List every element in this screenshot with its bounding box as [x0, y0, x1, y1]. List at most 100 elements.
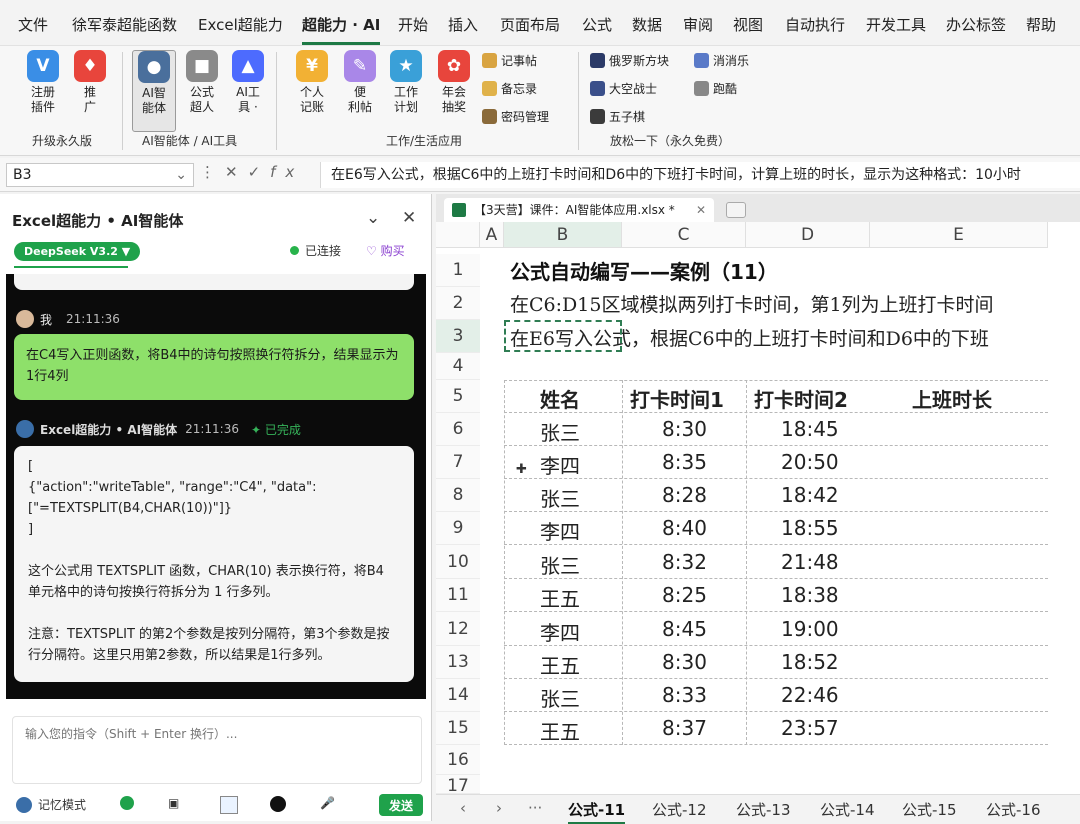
row-header[interactable]: 11 [436, 579, 480, 612]
cell-time1[interactable]: 8:33 [662, 683, 707, 707]
sheet-title[interactable]: 公式自动编写——案例（11） [510, 256, 778, 285]
menu-help[interactable]: 帮助 [1026, 14, 1056, 35]
row-header[interactable]: 8 [436, 479, 480, 512]
row-header[interactable]: 6 [436, 413, 480, 446]
row-header[interactable]: 5 [436, 380, 480, 413]
cell-time2[interactable]: 18:45 [781, 417, 839, 441]
ai-tools-button[interactable]: ▲ AI工具 · [228, 50, 268, 115]
column-header-c[interactable]: C [622, 222, 746, 248]
cell-time2[interactable]: 18:52 [781, 650, 839, 674]
microphone-icon[interactable]: 🎤 [320, 796, 335, 810]
record-icon[interactable] [270, 796, 286, 812]
parkour-button[interactable]: 跑酷 [694, 80, 737, 97]
row-header[interactable]: 15 [436, 712, 480, 745]
gomoku-button[interactable]: 五子棋 [590, 108, 645, 125]
next-sheet-icon[interactable]: › [496, 799, 502, 817]
sheet-tab-active[interactable]: 公式-11 [568, 799, 626, 824]
tetris-button[interactable]: 俄罗斯方块 [590, 52, 669, 69]
menu-review[interactable]: 审阅 [683, 14, 713, 35]
row-header[interactable]: 13 [436, 646, 480, 679]
menu-developer[interactable]: 开发工具 [866, 14, 926, 35]
menu-superpower-ai[interactable]: 超能力 · AI [302, 14, 381, 45]
row-header[interactable]: 3 [436, 320, 480, 353]
close-tab-icon[interactable]: ✕ [696, 198, 706, 222]
personal-account-button[interactable]: ¥ 个人 记账 [292, 50, 332, 115]
sheet-tab[interactable]: 公式-12 [652, 799, 707, 820]
cell-time2[interactable]: 18:38 [781, 583, 839, 607]
camera-icon[interactable]: ▣ [168, 796, 179, 810]
header-time1[interactable]: 打卡时间1 [630, 384, 724, 413]
cancel-icon[interactable]: ✕ [225, 163, 248, 181]
row-header[interactable]: 2 [436, 287, 480, 320]
name-box[interactable]: B3 ⌄ [6, 163, 194, 187]
sheet-tab[interactable]: 公式-13 [736, 799, 791, 820]
select-all-corner[interactable] [436, 222, 480, 248]
row-header[interactable]: 4 [436, 353, 480, 380]
cell-time1[interactable]: 8:30 [662, 650, 707, 674]
register-plugin-button[interactable]: V 注册 插件 [22, 50, 64, 115]
cell-time1[interactable]: 8:37 [662, 716, 707, 740]
cell-name[interactable]: 王五 [540, 583, 580, 612]
cell-time2[interactable]: 18:42 [781, 483, 839, 507]
cell-name[interactable]: 李四 [540, 516, 580, 545]
model-selector[interactable]: DeepSeek V3.2 ▼ [14, 242, 141, 261]
header-duration[interactable]: 上班时长 [912, 384, 992, 413]
memo-button[interactable]: 备忘录 [482, 80, 537, 97]
cell-time1[interactable]: 8:45 [662, 617, 707, 641]
column-header-d[interactable]: D [746, 222, 870, 248]
cell-time1[interactable]: 8:32 [662, 550, 707, 574]
menu-page-layout[interactable]: 页面布局 [500, 14, 560, 35]
cell-name[interactable]: 张三 [540, 417, 580, 446]
cell-name[interactable]: 张三 [540, 683, 580, 712]
close-icon[interactable]: ✕ [402, 208, 416, 228]
instruction-line-2[interactable]: 在C6:D15区域模拟两列打卡时间，第1列为上班打卡时间 [510, 290, 1080, 317]
row-header[interactable]: 9 [436, 512, 480, 545]
header-time2[interactable]: 打卡时间2 [754, 384, 848, 413]
instruction-input[interactable] [13, 717, 421, 751]
cell-name[interactable]: 王五 [540, 650, 580, 679]
cell-time2[interactable]: 22:46 [781, 683, 839, 707]
cell-time1[interactable]: 8:40 [662, 516, 707, 540]
menu-xu-functions[interactable]: 徐军泰超能函数 [72, 14, 177, 35]
row-header[interactable]: 16 [436, 745, 480, 775]
menu-data[interactable]: 数据 [632, 14, 662, 35]
cell-time2[interactable]: 21:48 [781, 550, 839, 574]
cell-time1[interactable]: 8:35 [662, 450, 707, 474]
cell-time2[interactable]: 19:00 [781, 617, 839, 641]
green-status-icon[interactable] [120, 796, 134, 810]
sticky-note-button[interactable]: ✎ 便利帖 [340, 50, 380, 115]
ai-agent-button[interactable]: ● AI智 能体 [132, 50, 176, 132]
column-header-e[interactable]: E [870, 222, 1048, 248]
menu-automate[interactable]: 自动执行 [785, 14, 845, 35]
row-header[interactable]: 12 [436, 612, 480, 646]
menu-office-tabs[interactable]: 办公标签 [946, 14, 1006, 35]
work-plan-button[interactable]: ★ 工作 计划 [386, 50, 426, 115]
menu-formulas[interactable]: 公式 [582, 14, 612, 35]
column-header-b[interactable]: B [504, 222, 622, 248]
header-name[interactable]: 姓名 [540, 384, 580, 413]
prev-sheet-icon[interactable]: ‹ [460, 799, 466, 817]
new-tab-button[interactable] [726, 202, 746, 218]
sheet-tab[interactable]: 公式-15 [902, 799, 957, 820]
menu-insert[interactable]: 插入 [448, 14, 478, 35]
row-header[interactable]: 7 [436, 446, 480, 479]
formula-input[interactable]: 在E6写入公式，根据C6中的上班打卡时间和D6中的下班打卡时间，计算上班的时长，… [320, 162, 1080, 188]
password-button[interactable]: 密码管理 [482, 108, 549, 125]
promote-button[interactable]: ♦ 推广 [70, 50, 110, 115]
memory-mode-toggle[interactable]: 记忆模式 [16, 796, 86, 813]
match-game-button[interactable]: 消消乐 [694, 52, 749, 69]
buy-button[interactable]: ♡ 购买 [366, 242, 405, 259]
file-tab[interactable]: 【3天营】课件：AI智能体应用.xlsx * ✕ [444, 198, 714, 222]
selected-cell-b3[interactable] [504, 320, 622, 352]
cell-time1[interactable]: 8:25 [662, 583, 707, 607]
space-fighter-button[interactable]: 大空战士 [590, 80, 657, 97]
sheet-tab[interactable]: 公式-16 [986, 799, 1041, 820]
cell-time2[interactable]: 23:57 [781, 716, 839, 740]
menu-excel-superpower[interactable]: Excel超能力 [198, 14, 283, 35]
chat-history[interactable]: 我 21:11:36 在C4写入正则函数，将B4中的诗句按照换行符拆分，结果显示… [6, 274, 426, 699]
lottery-button[interactable]: ✿ 年会 抽奖 [434, 50, 474, 115]
more-sheets-icon[interactable]: ··· [528, 799, 542, 817]
row-header[interactable]: 17 [436, 775, 480, 794]
row-header[interactable]: 10 [436, 545, 480, 579]
menu-file[interactable]: 文件 [18, 14, 48, 35]
